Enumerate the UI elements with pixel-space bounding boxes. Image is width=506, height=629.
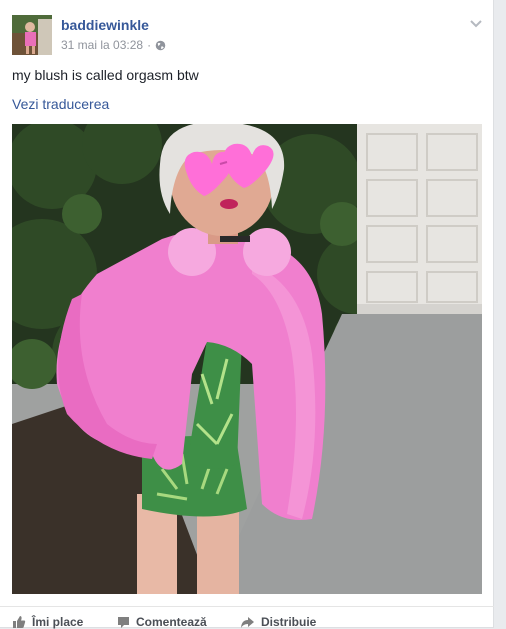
thumbs-up-icon <box>13 616 26 628</box>
comment-button[interactable]: Comentează <box>117 615 207 629</box>
post-photo[interactable] <box>12 124 482 594</box>
like-label: Îmi place <box>32 615 84 629</box>
share-icon <box>241 616 254 628</box>
share-button[interactable]: Distribuie <box>240 615 316 629</box>
chevron-down-icon[interactable] <box>469 17 483 29</box>
author-name-link[interactable]: baddiewinkle <box>61 17 149 33</box>
comment-icon <box>118 616 129 628</box>
avatar[interactable] <box>12 15 52 55</box>
meta-separator: · <box>147 38 152 52</box>
share-label: Distribuie <box>261 615 317 629</box>
post-timestamp-link[interactable]: 31 mai la 03:28 <box>61 38 143 52</box>
post-meta: 31 mai la 03:28 · <box>61 38 166 52</box>
see-translation-link[interactable]: Vezi traducerea <box>12 96 109 112</box>
post-actions-bar: Îmi place Comentează Distribuie <box>0 606 494 629</box>
post-card: baddiewinkle 31 mai la 03:28 · my blush … <box>0 0 494 629</box>
globe-icon[interactable] <box>155 40 166 51</box>
like-button[interactable]: Îmi place <box>12 615 83 629</box>
post-text: my blush is called orgasm btw <box>12 67 199 83</box>
comment-label: Comentează <box>136 615 207 629</box>
